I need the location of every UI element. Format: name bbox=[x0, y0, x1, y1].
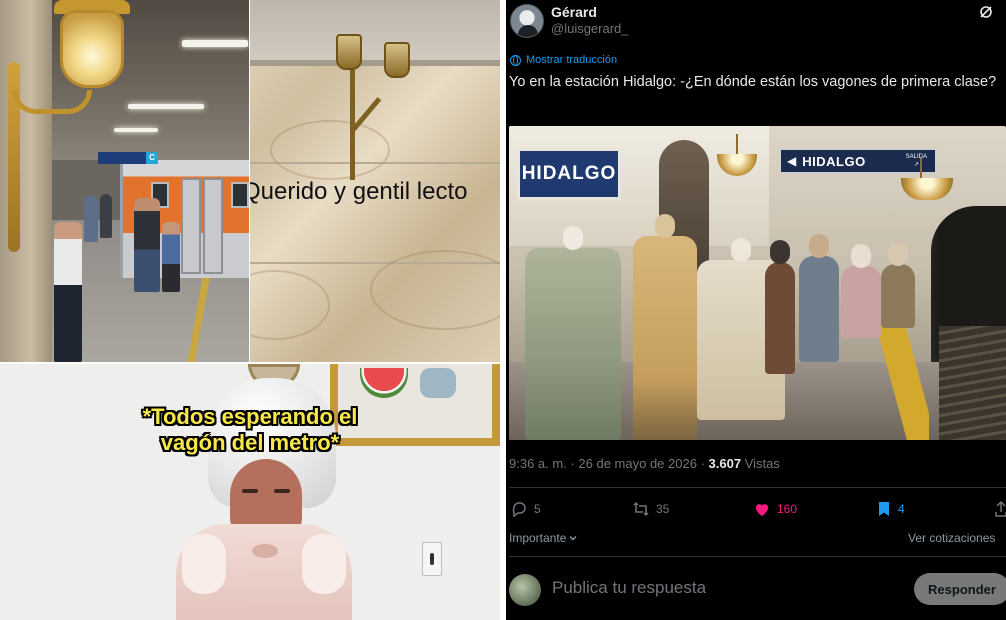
marble-vein bbox=[370, 250, 500, 330]
person-background bbox=[100, 194, 112, 238]
like-button[interactable]: 160 bbox=[753, 500, 797, 518]
tweet-action-bar: 5 35 160 4 bbox=[506, 496, 1006, 524]
exit-label: SALIDA ↗ bbox=[906, 153, 927, 169]
show-translation-label: Mostrar traducción bbox=[526, 54, 618, 66]
hidalgo-station-sign: HIDALGO bbox=[517, 148, 621, 200]
vase-painting-detail bbox=[420, 368, 456, 398]
rail-tracks bbox=[939, 326, 1006, 440]
train-window bbox=[231, 182, 249, 208]
ceiling-light bbox=[182, 40, 248, 47]
bookmark-count: 4 bbox=[898, 502, 905, 516]
arrow-icon: ◀ bbox=[787, 154, 797, 168]
like-count: 160 bbox=[777, 502, 798, 516]
bookmark-icon bbox=[879, 502, 889, 516]
person-white-shirt bbox=[54, 222, 82, 362]
costumed-woman-green bbox=[525, 226, 621, 440]
costumed-man-gold bbox=[633, 214, 697, 440]
wall-lamp bbox=[12, 0, 134, 122]
reply-button[interactable]: 5 bbox=[510, 500, 541, 518]
globe-icon bbox=[510, 54, 521, 66]
marble-vein bbox=[270, 120, 390, 180]
reply-count: 5 bbox=[534, 502, 541, 516]
costumed-man-blue bbox=[799, 234, 839, 362]
costumed-crowd bbox=[881, 242, 915, 328]
author-avatar[interactable] bbox=[510, 4, 544, 38]
hidalgo-small-sign-text: HIDALGO bbox=[802, 153, 866, 169]
author-display-name[interactable]: Gérard bbox=[551, 4, 597, 20]
tweet-photo[interactable]: HIDALGO ◀ HIDALGO SALIDA ↗ bbox=[509, 126, 1006, 440]
tweet-date[interactable]: 26 de mayo de 2026 bbox=[578, 456, 697, 471]
hidalgo-sign-text: HIDALGO bbox=[521, 163, 617, 184]
subway-platform-photo: C bbox=[0, 0, 249, 362]
wall-outlet bbox=[422, 542, 442, 576]
share-icon bbox=[995, 500, 1006, 517]
wall-molding bbox=[250, 60, 500, 66]
sort-label: Importante bbox=[509, 531, 567, 545]
divider bbox=[509, 487, 1006, 488]
heart-icon bbox=[755, 504, 769, 516]
exit-label-text: SALIDA bbox=[905, 154, 927, 160]
tweet-timestamp-views: 9:36 a. m. · 26 de mayo de 2026 · 3.607 … bbox=[509, 456, 780, 471]
child-walking bbox=[162, 222, 180, 292]
meme-collage: C Querido y gentil lecto *Todos esperand… bbox=[0, 0, 500, 620]
bookmark-button[interactable]: 4 bbox=[876, 500, 905, 518]
reply-submit-button[interactable]: Responder bbox=[914, 573, 1006, 605]
caption-todos-esperando: *Todos esperando el vagón del metro* bbox=[100, 404, 400, 456]
view-quotes-link[interactable]: Ver cotizaciones bbox=[908, 531, 995, 545]
views-label: Vistas bbox=[744, 456, 780, 471]
dot-separator: · bbox=[570, 456, 575, 471]
share-button[interactable] bbox=[994, 500, 1006, 518]
tweet-time[interactable]: 9:36 a. m. bbox=[509, 456, 567, 471]
train-door bbox=[181, 178, 201, 274]
repost-icon bbox=[633, 501, 649, 517]
wig-meme-panel: *Todos esperando el vagón del metro* bbox=[0, 364, 500, 620]
exit-arrow: ↗ bbox=[913, 162, 919, 168]
person-background bbox=[84, 196, 98, 242]
repost-count: 35 bbox=[656, 502, 670, 516]
upper-wall bbox=[250, 0, 500, 62]
grok-icon[interactable] bbox=[978, 4, 994, 20]
caption-line-2: vagón del metro* bbox=[160, 430, 340, 455]
show-translation-link[interactable]: Mostrar traducción bbox=[510, 54, 617, 66]
reply-icon bbox=[512, 502, 526, 518]
caption-line-1: *Todos esperando el bbox=[142, 404, 358, 429]
costumed-woman-pink bbox=[841, 244, 881, 338]
tweet-text: Yo en la estación Hidalgo: -¿En dónde es… bbox=[509, 74, 997, 90]
station-sign-letter: C bbox=[146, 152, 158, 164]
repost-button[interactable]: 35 bbox=[632, 500, 669, 518]
rococo-dress bbox=[176, 524, 352, 620]
ceiling-light bbox=[114, 128, 158, 132]
caption-querido-lector: Querido y gentil lecto bbox=[250, 178, 468, 205]
ceiling-light bbox=[128, 104, 204, 109]
marble-wall-panel: Querido y gentil lecto bbox=[250, 0, 500, 362]
costumed-man-brown bbox=[765, 240, 795, 374]
hidalgo-direction-sign: ◀ HIDALGO SALIDA ↗ bbox=[779, 148, 937, 174]
reply-input[interactable]: Publica tu respuesta bbox=[552, 578, 706, 598]
views-count: 3.607 bbox=[708, 456, 742, 471]
chevron-down-icon bbox=[569, 536, 577, 541]
author-handle[interactable]: @luisgerard_ bbox=[551, 21, 629, 36]
replies-sort-dropdown[interactable]: Importante bbox=[509, 531, 578, 545]
train-door bbox=[203, 178, 223, 274]
current-user-avatar bbox=[509, 574, 541, 606]
marble-vein bbox=[250, 270, 330, 340]
dot-separator: · bbox=[700, 456, 705, 471]
person-walking bbox=[134, 198, 160, 292]
tweet-card: Gérard @luisgerard_ Mostrar traducción Y… bbox=[506, 0, 1006, 620]
divider bbox=[509, 556, 1006, 557]
